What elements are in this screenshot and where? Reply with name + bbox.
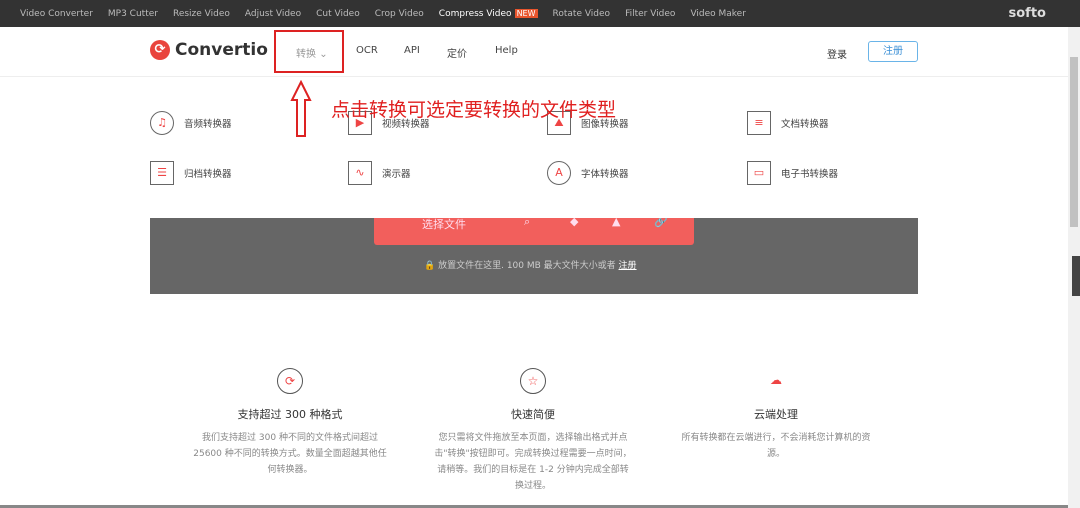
star-icon: ☆ — [520, 368, 546, 394]
menu-label: 归档转换器 — [184, 169, 232, 180]
presentation-icon: ∿ — [348, 161, 372, 185]
menu-font[interactable]: A 字体转换器 — [547, 161, 629, 185]
link-adjust-video[interactable]: Adjust Video — [245, 9, 301, 19]
annotation-text: 点击转换可选定要转换的文件类型 — [331, 99, 617, 121]
cloud-upload-icon: ☁ — [770, 373, 782, 387]
feature-text: 您只需将文件拖放至本页面，选择输出格式并点击"转换"按钮即可。完成转换过程需要一… — [434, 433, 632, 491]
top-bar: Video Converter MP3 Cutter Resize Video … — [0, 0, 1080, 27]
nav-api[interactable]: API — [404, 45, 420, 56]
login-link[interactable]: 登录 — [827, 46, 847, 61]
feature-fast: ☆ 快速简便您只需将文件拖放至本页面，选择输出格式并点击"转换"按钮即可。完成转换… — [433, 368, 633, 494]
ebook-icon: ▭ — [747, 161, 771, 185]
nav-pricing[interactable]: 定价 — [447, 45, 467, 60]
annotation-arrow-icon — [290, 80, 312, 137]
softo-logo[interactable]: softo — [1009, 6, 1046, 21]
archive-icon: ☰ — [150, 161, 174, 185]
drop-note-text: 放置文件在这里. 100 MB 最大文件大小或者 — [438, 261, 616, 271]
choose-file-label: 选择文件 — [422, 218, 466, 231]
menu-label: 电子书转换器 — [781, 169, 839, 180]
refresh-icon: ⟳ — [277, 368, 303, 394]
document-icon: ≡ — [747, 111, 771, 135]
menu-label: 文档转换器 — [781, 119, 829, 130]
feature-cloud: ☁ 云端处理所有转换都在云端进行，不会消耗您计算机的资源。 — [676, 368, 876, 462]
link-rotate-video[interactable]: Rotate Video — [553, 9, 611, 19]
new-badge: NEW — [514, 8, 538, 18]
menu-label: 演示器 — [382, 169, 411, 180]
link-video-maker[interactable]: Video Maker — [690, 9, 746, 19]
font-icon: A — [547, 161, 571, 185]
link-cut-video[interactable]: Cut Video — [316, 9, 360, 19]
feature-title: 云端处理 — [754, 408, 798, 421]
lock-icon: 🔒 — [424, 261, 436, 271]
menu-presentation[interactable]: ∿ 演示器 — [348, 161, 411, 185]
register-button[interactable]: 注册 — [868, 41, 918, 62]
drop-register-link[interactable]: 注册 — [619, 261, 637, 271]
menu-ebook[interactable]: ▭ 电子书转换器 — [747, 161, 838, 185]
convertio-logo[interactable]: ⟳ Convertio — [150, 40, 268, 60]
drop-note: 🔒 放置文件在这里. 100 MB 最大文件大小或者 注册 — [424, 258, 637, 271]
menu-label: 字体转换器 — [581, 169, 629, 180]
link-mp3-cutter[interactable]: MP3 Cutter — [108, 9, 158, 19]
music-icon: ♫ — [150, 111, 174, 135]
link-crop-video[interactable]: Crop Video — [375, 9, 424, 19]
menu-document[interactable]: ≡ 文档转换器 — [747, 111, 829, 135]
feature-formats: ⟳ 支持超过 300 种格式我们支持超过 300 种不同的文件格式间超过 2560… — [190, 368, 390, 478]
logo-icon: ⟳ — [150, 40, 170, 60]
feature-text: 所有转换都在云端进行，不会消耗您计算机的资源。 — [681, 433, 871, 459]
menu-audio[interactable]: ♫ 音频转换器 — [150, 111, 232, 135]
link-resize-video[interactable]: Resize Video — [173, 9, 230, 19]
link-filter-video[interactable]: Filter Video — [625, 9, 675, 19]
nav-help[interactable]: Help — [495, 45, 518, 56]
menu-archive[interactable]: ☰ 归档转换器 — [150, 161, 232, 185]
highlight-box — [274, 30, 344, 73]
link-compress-video[interactable]: Compress Video NEW — [438, 8, 538, 19]
nav-ocr[interactable]: OCR — [356, 45, 378, 56]
feature-title: 快速简便 — [511, 408, 555, 421]
feature-title: 支持超过 300 种格式 — [237, 408, 343, 421]
menu-label: 音频转换器 — [184, 119, 232, 130]
scrollbar-thumb[interactable] — [1070, 57, 1078, 227]
side-tab[interactable] — [1072, 256, 1080, 296]
feature-text: 我们支持超过 300 种不同的文件格式间超过 25600 种不同的转换方式。数量… — [193, 433, 387, 475]
logo-text: Convertio — [175, 40, 268, 60]
link-video-converter[interactable]: Video Converter — [20, 9, 93, 19]
link-label: Compress Video — [438, 8, 512, 19]
